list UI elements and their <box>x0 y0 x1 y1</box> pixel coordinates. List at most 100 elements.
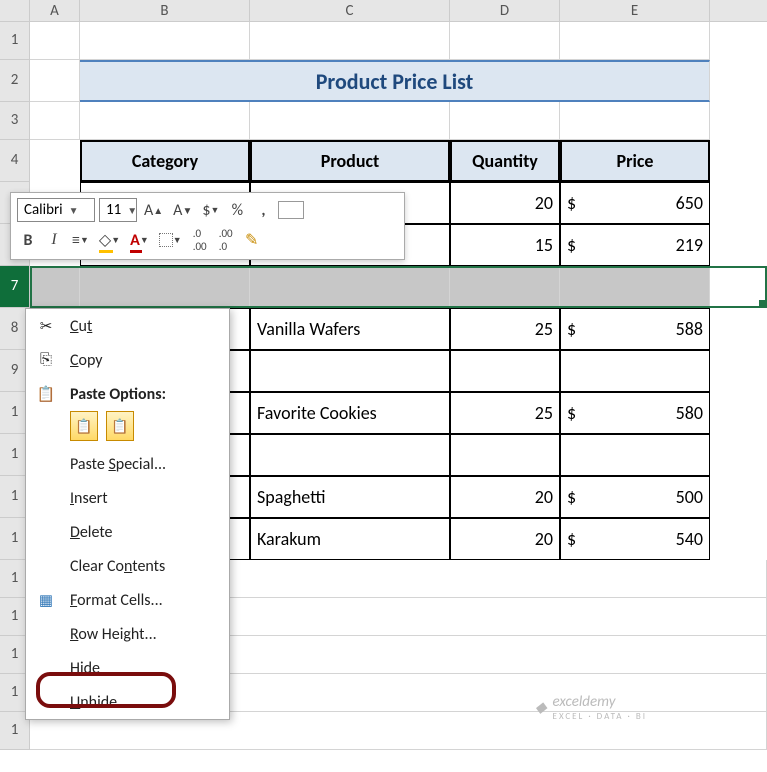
chevron-down-icon: ▼ <box>127 204 137 217</box>
menu-clear-contents[interactable]: Clear Contents <box>26 549 229 583</box>
cell-D8[interactable]: 25 <box>450 308 560 350</box>
cell-B1[interactable] <box>80 22 250 60</box>
cell-D7[interactable] <box>450 266 560 308</box>
italic-button[interactable]: I <box>43 228 65 252</box>
cell-E3[interactable] <box>560 102 710 140</box>
fill-handle[interactable] <box>759 300 767 308</box>
cell-E7[interactable] <box>560 266 710 308</box>
row-header-4[interactable]: 4 <box>0 140 30 182</box>
border-button[interactable]: ▼ <box>156 228 185 252</box>
bold-button[interactable]: B <box>17 228 39 252</box>
cell-D11[interactable] <box>450 434 560 476</box>
increase-decimal-button[interactable]: .0.00 <box>189 228 211 252</box>
select-all-corner[interactable] <box>0 0 30 21</box>
font-name-value: Calibri <box>24 201 63 219</box>
format-painter-button[interactable]: ✎ <box>241 228 263 252</box>
cell-D12[interactable]: 20 <box>450 476 560 518</box>
mini-toolbar: Calibri ▼ 11▼ A▲ A▼ $▼ % , B I ≡▼ ◇▼ A▼ ▼… <box>10 192 405 260</box>
cell-D9[interactable] <box>450 350 560 392</box>
row-header-3[interactable]: 3 <box>0 102 30 140</box>
header-category[interactable]: Category <box>80 140 250 182</box>
cell-B3[interactable] <box>80 102 250 140</box>
cell-C9[interactable] <box>250 350 450 392</box>
col-header-D[interactable]: D <box>450 0 560 21</box>
percent-format-button[interactable]: % <box>226 198 248 222</box>
cell-C7[interactable] <box>250 266 450 308</box>
title-cell[interactable]: Product Price List <box>80 60 710 102</box>
menu-delete[interactable]: Delete <box>26 515 229 549</box>
font-size-combo[interactable]: 11▼ <box>99 198 137 222</box>
menu-insert[interactable]: Insert <box>26 481 229 515</box>
header-price[interactable]: Price <box>560 140 710 182</box>
col-header-E[interactable]: E <box>560 0 710 21</box>
cell-D3[interactable] <box>450 102 560 140</box>
cell-C3[interactable] <box>250 102 450 140</box>
cell-C1[interactable] <box>250 22 450 60</box>
decrease-font-button[interactable]: A▼ <box>170 198 195 222</box>
header-quantity[interactable]: Quantity <box>450 140 560 182</box>
decrease-decimal-button[interactable]: .00.0 <box>215 228 237 252</box>
price-value: 540 <box>676 528 703 550</box>
col-header-A[interactable]: A <box>30 0 80 21</box>
cell-E10[interactable]: $580 <box>560 392 710 434</box>
cell-E5[interactable]: $650 <box>560 182 710 224</box>
menu-format-cells[interactable]: ▦ Format Cells... <box>26 583 229 617</box>
watermark: ◆ exceldemy EXCEL · DATA · BI <box>535 693 647 722</box>
menu-copy[interactable]: ⎘ Copy <box>26 343 229 377</box>
highlight-ring <box>36 672 176 708</box>
header-product[interactable]: Product <box>250 140 450 182</box>
cell-A3[interactable] <box>30 102 80 140</box>
currency-format-button[interactable]: $▼ <box>199 198 222 222</box>
menu-label: Paste Special... <box>70 455 166 474</box>
col-header-B[interactable]: B <box>80 0 250 21</box>
cell-D13[interactable]: 20 <box>450 518 560 560</box>
menu-paste-options: 📋 Paste Options: <box>26 377 229 411</box>
cell-A7[interactable] <box>30 266 80 308</box>
cell-D5[interactable]: 20 <box>450 182 560 224</box>
font-color-button[interactable]: A▼ <box>127 228 152 252</box>
row-header-2[interactable]: 2 <box>0 60 30 102</box>
menu-cut[interactable]: ✂ Cut <box>26 309 229 343</box>
menu-label: Format Cells... <box>70 591 163 610</box>
cell-E12[interactable]: $500 <box>560 476 710 518</box>
row-7-selected[interactable]: 7 <box>0 266 767 308</box>
cell-E11[interactable] <box>560 434 710 476</box>
paste-option-1[interactable]: 📋 <box>70 411 98 441</box>
font-name-combo[interactable]: Calibri ▼ <box>17 198 95 222</box>
cell-A1[interactable] <box>30 22 80 60</box>
cell-E13[interactable]: $540 <box>560 518 710 560</box>
merge-center-button[interactable] <box>278 201 304 219</box>
cell-A4[interactable] <box>30 140 80 182</box>
cell-A2[interactable] <box>30 60 80 102</box>
menu-row-height[interactable]: Row Height... <box>26 617 229 651</box>
cell-C12[interactable]: Spaghetti <box>250 476 450 518</box>
col-header-C[interactable]: C <box>250 0 450 21</box>
cell-C8[interactable]: Vanilla Wafers <box>250 308 450 350</box>
increase-font-button[interactable]: A▲ <box>141 198 166 222</box>
column-header-row: A B C D E <box>0 0 767 22</box>
align-button[interactable]: ≡▼ <box>69 228 92 252</box>
menu-label: Cut <box>70 317 92 336</box>
paste-option-2[interactable]: 📋 <box>106 411 134 441</box>
cell-B7[interactable] <box>80 266 250 308</box>
fill-color-button[interactable]: ◇▼ <box>96 228 123 252</box>
comma-format-button[interactable]: , <box>252 198 274 222</box>
cell-C10[interactable]: Favorite Cookies <box>250 392 450 434</box>
cell-E9[interactable] <box>560 350 710 392</box>
cell-D1[interactable] <box>450 22 560 60</box>
menu-paste-special[interactable]: Paste Special... <box>26 447 229 481</box>
watermark-sub: EXCEL · DATA · BI <box>553 711 647 722</box>
cell-C13[interactable]: Karakum <box>250 518 450 560</box>
cell-E1[interactable] <box>560 22 710 60</box>
cell-E8[interactable]: $588 <box>560 308 710 350</box>
cell-E6[interactable]: $219 <box>560 224 710 266</box>
row-1: 1 <box>0 22 767 60</box>
cell-D10[interactable]: 25 <box>450 392 560 434</box>
format-cells-icon: ▦ <box>36 590 56 610</box>
row-header-7[interactable]: 7 <box>0 266 30 308</box>
chevron-down-icon: ▼ <box>69 204 79 217</box>
cell-C11[interactable] <box>250 434 450 476</box>
scissors-icon: ✂ <box>36 316 56 336</box>
cell-D6[interactable]: 15 <box>450 224 560 266</box>
row-header-1[interactable]: 1 <box>0 22 30 60</box>
